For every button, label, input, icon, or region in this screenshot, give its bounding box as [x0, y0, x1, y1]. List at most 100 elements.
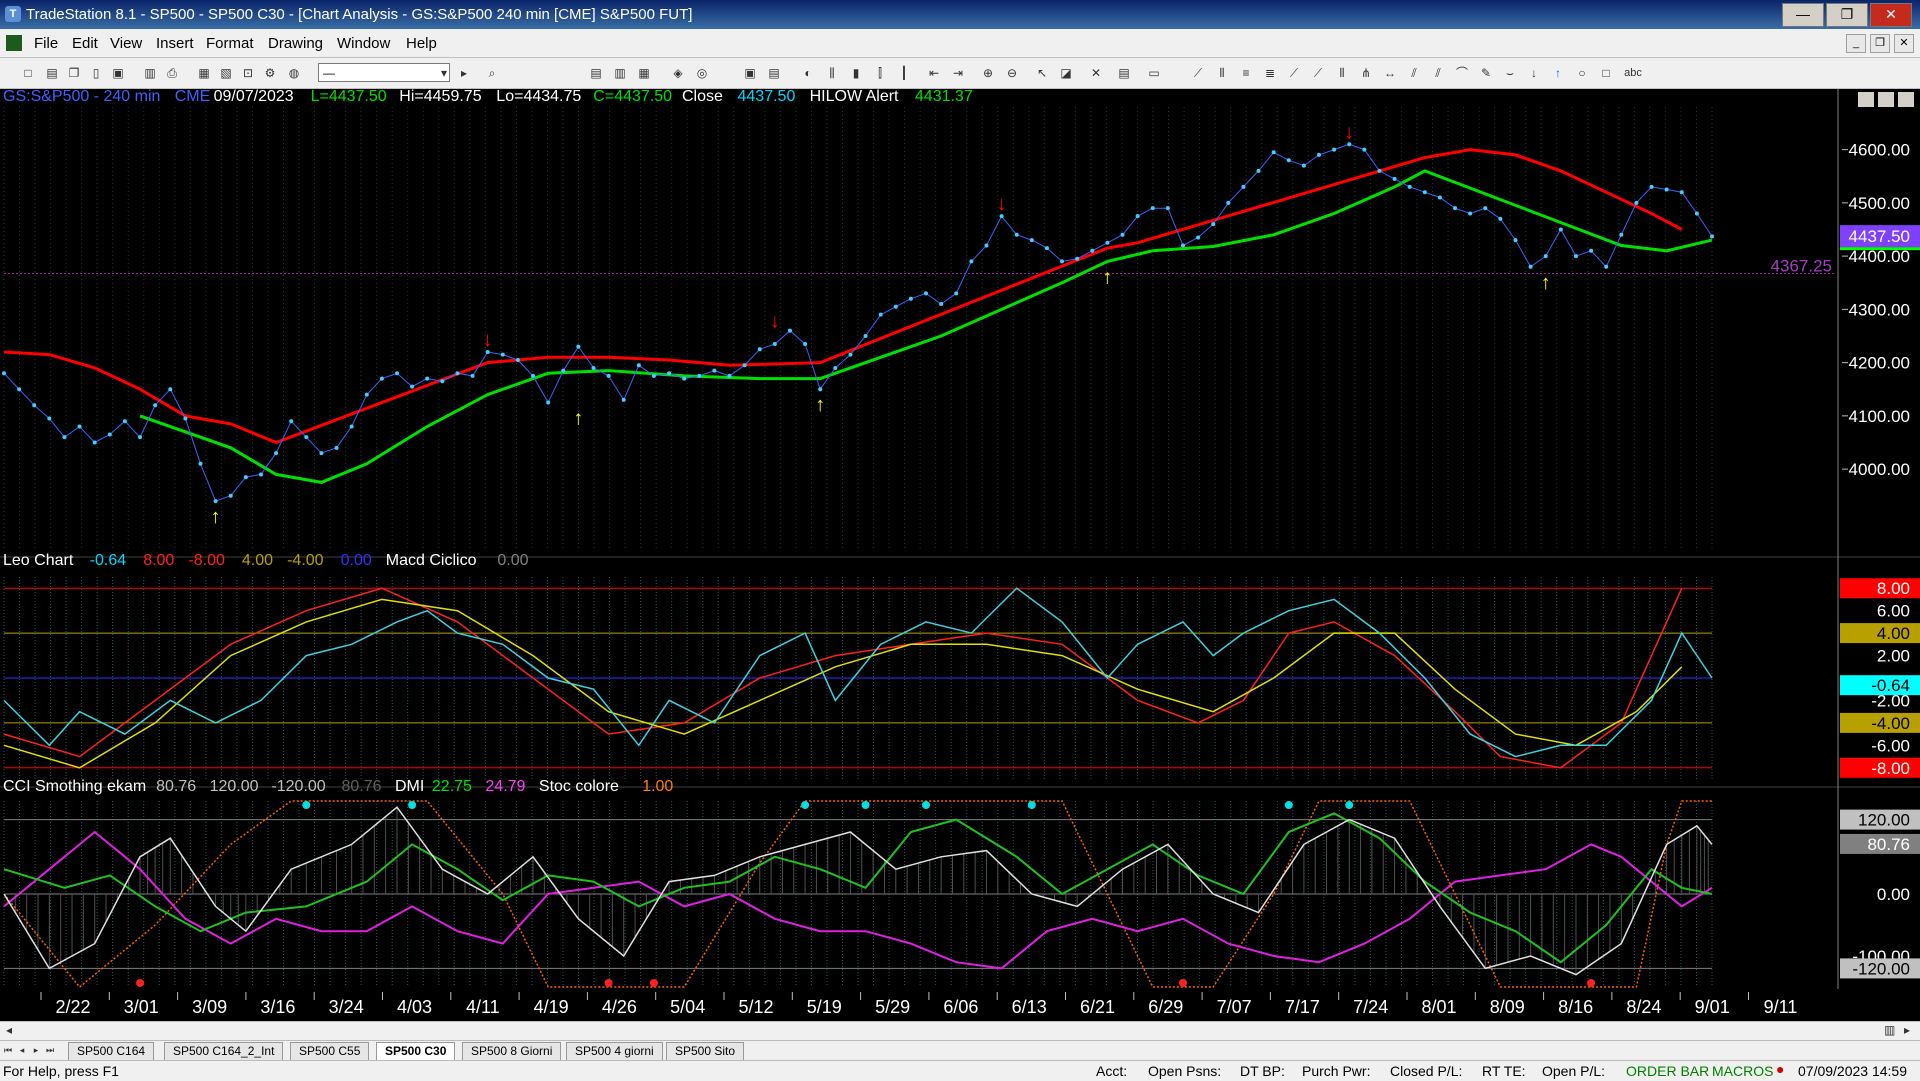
status-order-bar[interactable]: ORDER BAR: [1626, 1063, 1709, 1079]
x-tick-label: 4/26: [602, 997, 637, 1017]
arc-icon[interactable]: ⌒: [1454, 65, 1470, 81]
rectangle-icon[interactable]: □: [1598, 65, 1614, 81]
menu-window[interactable]: Window: [337, 35, 390, 52]
options-icon[interactable]: ◈: [670, 65, 686, 81]
menu-insert[interactable]: Insert: [156, 35, 194, 52]
chart-icon[interactable]: [6, 35, 22, 51]
chart-sync-icon[interactable]: ◎: [694, 65, 710, 81]
cci-value-marker-label: 80.76: [1867, 835, 1910, 854]
price-point: [878, 312, 883, 317]
new-icon[interactable]: □: [20, 65, 36, 81]
chart-canvas[interactable]: 4600.004500.004400.004300.004200.004100.…: [0, 89, 1920, 1021]
tab-sp500-8-giorni[interactable]: SP500 8 Giorni: [462, 1042, 562, 1061]
tab-sp500-c164[interactable]: SP500 C164: [68, 1042, 155, 1061]
scroll-right-icon[interactable]: ⇥: [950, 65, 966, 81]
price-point: [818, 387, 823, 392]
windows-icon[interactable]: ❐: [66, 65, 82, 81]
menu-format[interactable]: Format: [206, 35, 254, 52]
curve-icon[interactable]: ⌣: [1502, 65, 1518, 81]
text-icon[interactable]: abc: [1622, 65, 1644, 81]
chart-analysis-window[interactable]: 4600.00 4500.00 4400.00 4300.00 4200.00 4100.…: [0, 89, 1920, 1021]
price-point: [1437, 195, 1442, 200]
vertical-lines-icon[interactable]: ⦀: [1214, 65, 1230, 81]
channel-icon[interactable]: ⫽: [1406, 65, 1422, 81]
bar-interval-icon[interactable]: ⫼: [824, 65, 840, 81]
ohlc-icon[interactable]: ⫿: [872, 65, 888, 81]
price-point: [1619, 232, 1624, 237]
hot-list-icon[interactable]: ▤: [1116, 65, 1132, 81]
lock-icon[interactable]: ⊡: [240, 65, 256, 81]
print-preview-icon[interactable]: ▥: [142, 65, 158, 81]
eraser-icon[interactable]: ▭: [1146, 65, 1162, 81]
open-icon[interactable]: ▤: [44, 65, 60, 81]
horizontal-scrollbar[interactable]: ◂ ▥ ▸: [0, 1021, 1920, 1040]
zoom-in-icon[interactable]: ⊕: [980, 65, 996, 81]
maximize-button[interactable]: ❐: [1826, 3, 1868, 27]
layout-icon[interactable]: ▦: [196, 65, 212, 81]
quote-icon[interactable]: ▣: [742, 65, 758, 81]
tab-sp500-c55[interactable]: SP500 C55: [290, 1042, 370, 1061]
close-button[interactable]: ✕: [1870, 3, 1912, 27]
scroll-right-arrow-icon[interactable]: ▸: [1904, 1023, 1910, 1037]
tab-last-icon[interactable]: ⏭: [44, 1043, 56, 1057]
speed-lines-icon[interactable]: ⟋: [1286, 65, 1302, 81]
status-macros[interactable]: MACROS: [1712, 1063, 1773, 1079]
andrews-pitchfork-icon[interactable]: ⋔: [1358, 65, 1374, 81]
combo-arrow-icon[interactable]: ▸: [456, 65, 472, 81]
tools-icon[interactable]: ✕: [1088, 65, 1104, 81]
arrow-down-icon[interactable]: ↓: [1526, 65, 1542, 81]
combo-dropdown-icon[interactable]: ▾: [436, 65, 452, 81]
fibonacci-icon[interactable]: ≣: [1262, 65, 1278, 81]
tab-sp500-sito[interactable]: SP500 Sito: [666, 1042, 745, 1061]
save-icon[interactable]: ▣: [110, 65, 126, 81]
bar-chart-icon[interactable]: ┃: [896, 65, 912, 81]
strategy-icon[interactable]: ⚙: [262, 65, 278, 81]
minimize-button[interactable]: —: [1782, 3, 1824, 27]
parallel-lines-icon[interactable]: ⫽: [1430, 65, 1446, 81]
zoom-out-icon[interactable]: ⊖: [1004, 65, 1020, 81]
mdi-close-button[interactable]: ✕: [1894, 34, 1914, 53]
circle-icon[interactable]: ○: [1574, 65, 1590, 81]
tab-next-icon[interactable]: ▸: [30, 1043, 42, 1057]
workspace-combo[interactable]: —: [318, 63, 450, 82]
matrix-icon[interactable]: ▥: [612, 65, 628, 81]
news-icon[interactable]: ▤: [766, 65, 782, 81]
tab-sp500-c164-2-int[interactable]: SP500 C164_2_Int: [164, 1042, 284, 1061]
x-tick-label: 6/13: [1012, 997, 1047, 1017]
menu-file[interactable]: File: [34, 35, 58, 52]
menu-edit[interactable]: Edit: [72, 35, 98, 52]
print-icon[interactable]: ⎙: [164, 65, 180, 81]
scan-icon[interactable]: ⌕: [484, 65, 500, 81]
x-tick-label: 6/06: [943, 997, 978, 1017]
scroll-left-arrow-icon[interactable]: ◂: [6, 1023, 12, 1037]
price-point: [1589, 248, 1594, 253]
pencil-icon[interactable]: ✎: [1478, 65, 1494, 81]
mdi-restore-button[interactable]: ❐: [1870, 34, 1890, 53]
horizontal-arrow-icon[interactable]: ↔: [1382, 65, 1398, 81]
account-icon[interactable]: ◐: [800, 65, 816, 81]
radar-icon[interactable]: ▤: [588, 65, 604, 81]
scroll-left-icon[interactable]: ⇤: [926, 65, 942, 81]
grid-icon[interactable]: ▦: [636, 65, 652, 81]
format-icon[interactable]: ▧: [218, 65, 234, 81]
insert-analysis-icon[interactable]: ◪: [1058, 65, 1074, 81]
cycle-lines-icon[interactable]: ⦀: [1334, 65, 1350, 81]
scrollbar-thumb-icon[interactable]: ▥: [1884, 1023, 1895, 1037]
page-icon[interactable]: ▯: [88, 65, 104, 81]
globe-icon[interactable]: ◍: [286, 65, 302, 81]
tab-prev-icon[interactable]: ◂: [16, 1043, 28, 1057]
trendline-icon[interactable]: ⟋: [1190, 65, 1206, 81]
menu-view[interactable]: View: [110, 35, 142, 52]
menu-help[interactable]: Help: [406, 35, 437, 52]
horizontal-lines-icon[interactable]: ≡: [1238, 65, 1254, 81]
menu-drawing[interactable]: Drawing: [268, 35, 323, 52]
arrow-up-icon[interactable]: ↑: [1550, 65, 1566, 81]
tab-first-icon[interactable]: ⏮: [2, 1043, 14, 1057]
tab-sp500-c30[interactable]: SP500 C30: [376, 1042, 456, 1061]
gann-fan-icon[interactable]: ⟋: [1310, 65, 1326, 81]
candle-icon[interactable]: ▮: [848, 65, 864, 81]
mdi-minimize-button[interactable]: _: [1846, 34, 1866, 53]
tab-sp500-4-giorni[interactable]: SP500 4 giorni: [566, 1042, 663, 1061]
status-dt-bp: DT BP:: [1240, 1063, 1285, 1079]
pointer-icon[interactable]: ↖: [1034, 65, 1050, 81]
